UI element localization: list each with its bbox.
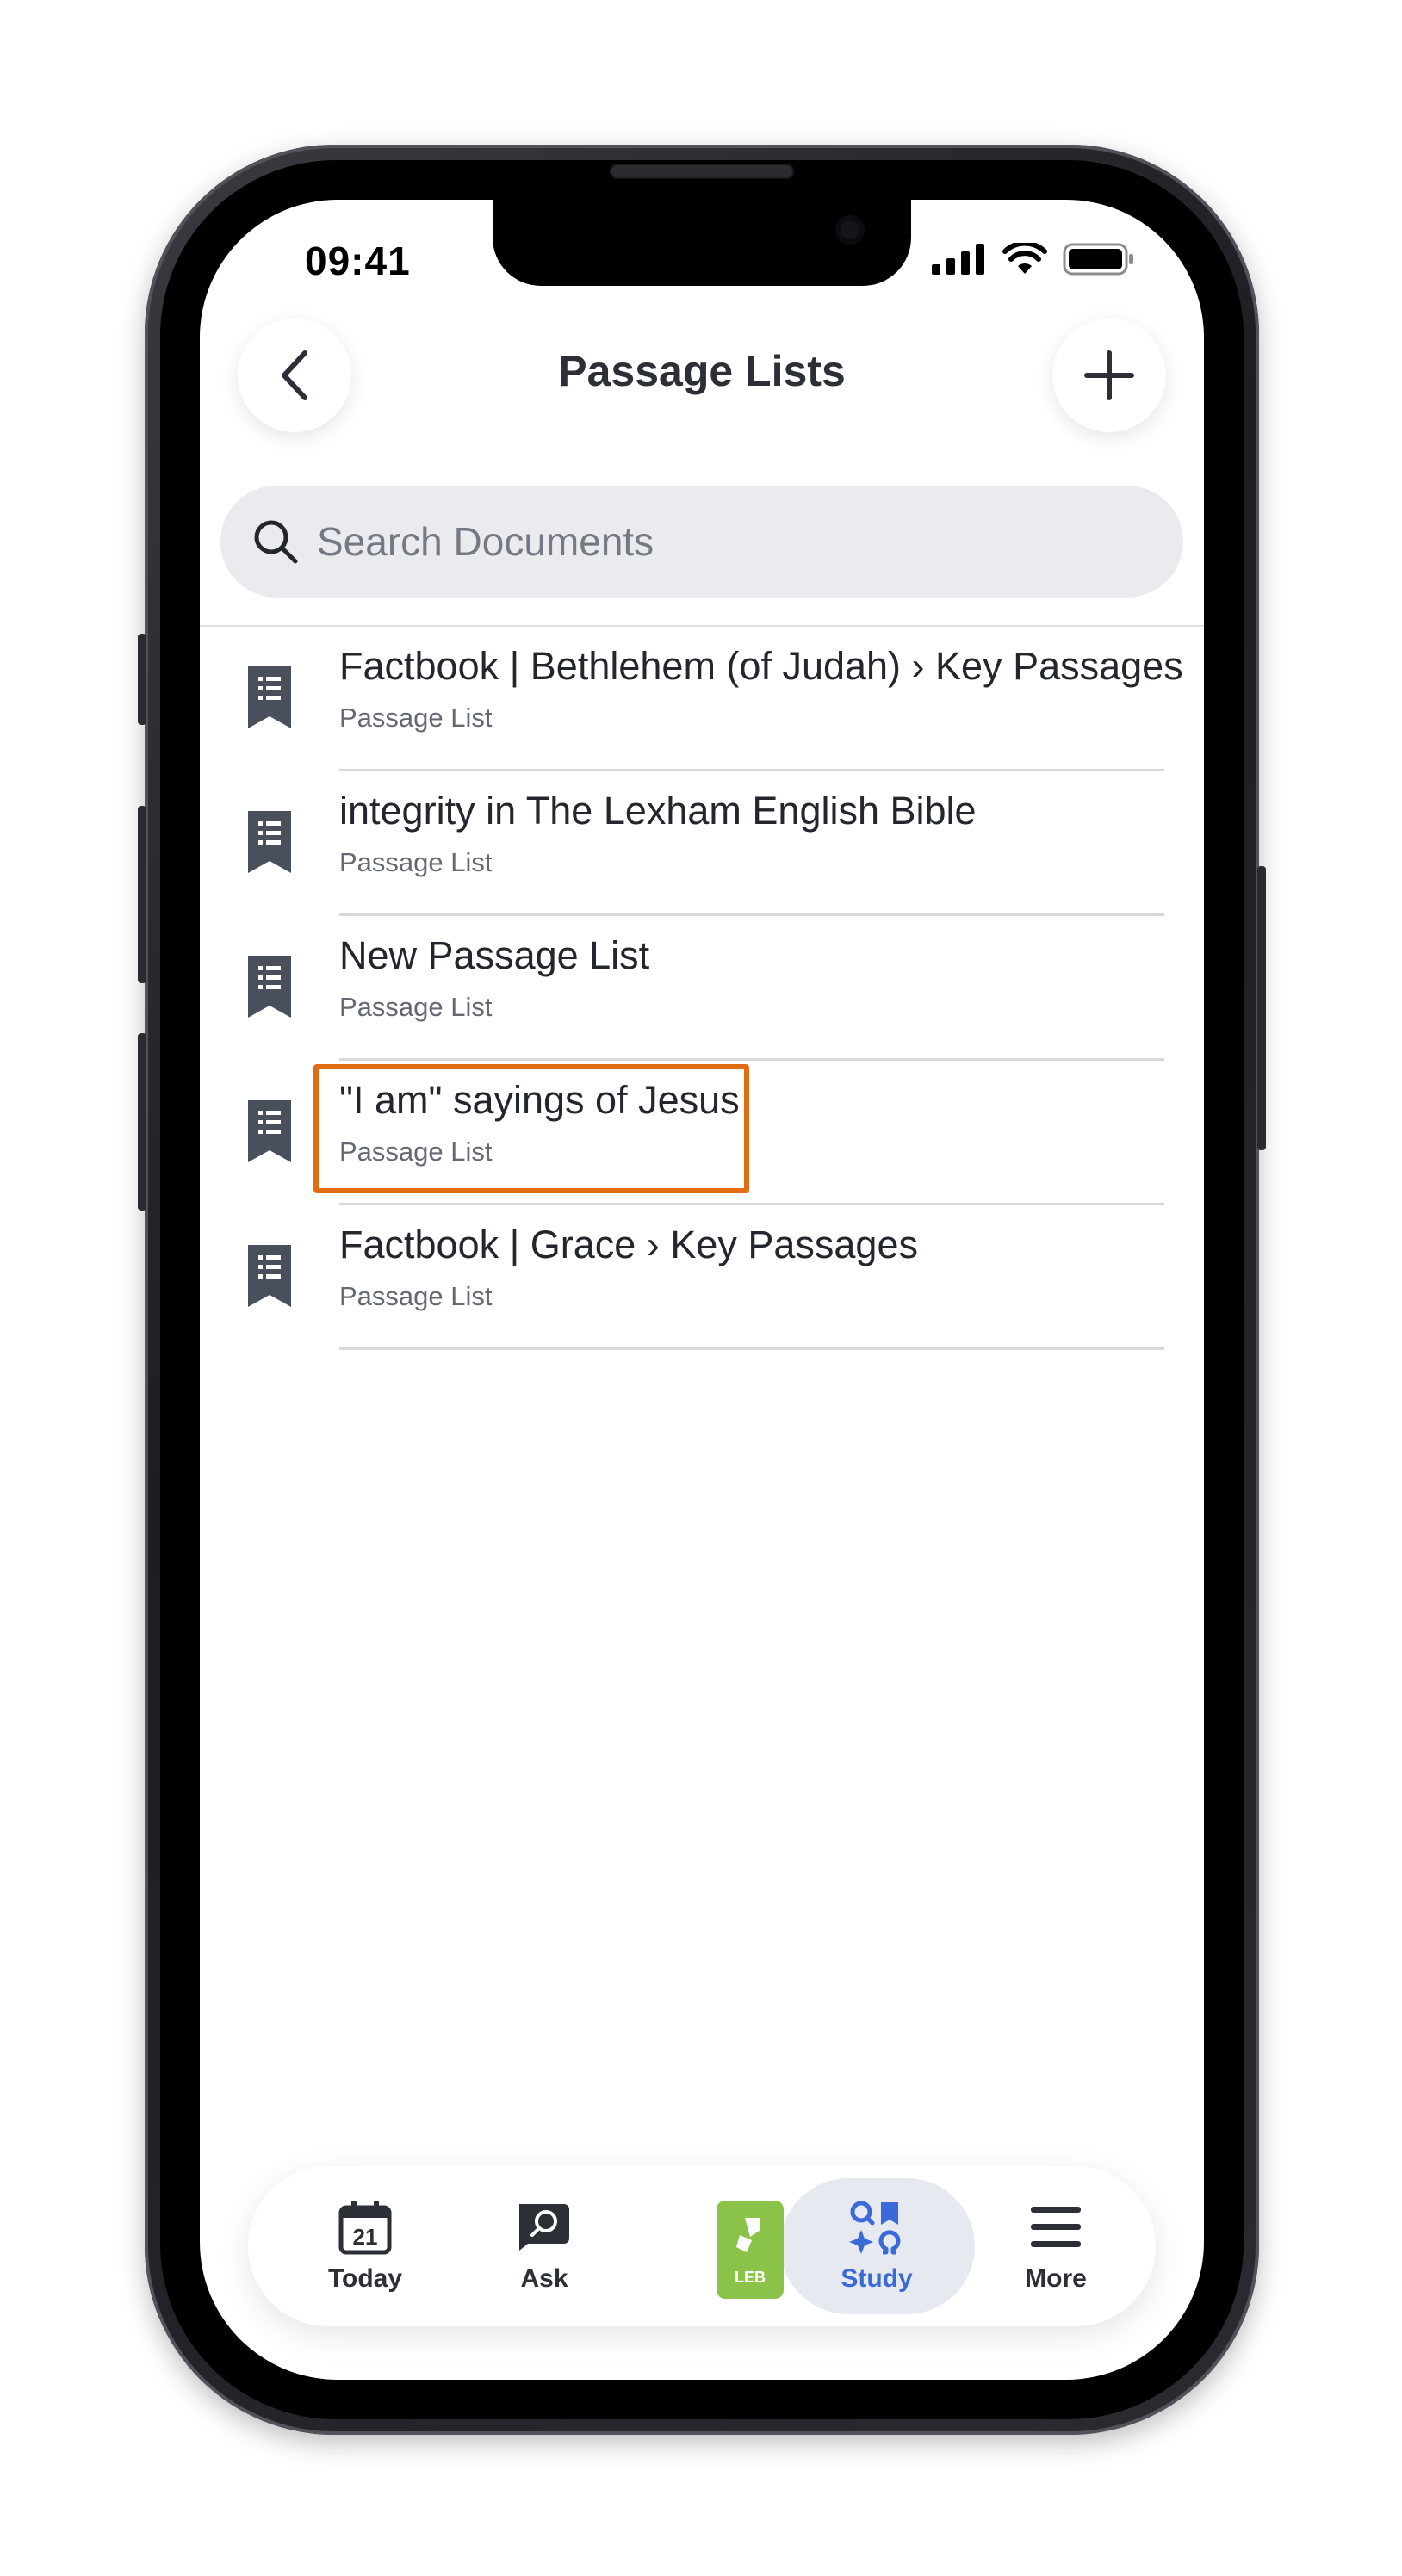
list-item-title: integrity in The Lexham English Bible xyxy=(339,789,977,833)
tab-bible[interactable]: LEB xyxy=(717,2201,784,2299)
passage-list: Factbook | Bethlehem (of Judah) › Key Pa… xyxy=(200,627,1204,1350)
cellular-signal-icon xyxy=(932,244,984,275)
tab-bar: 21 Today Ask LEB Study More xyxy=(248,2166,1156,2326)
list-item-title: Factbook | Grace › Key Passages xyxy=(339,1223,918,1266)
passage-list-icon xyxy=(248,956,291,1018)
add-button[interactable] xyxy=(1052,319,1166,432)
search-icon xyxy=(254,520,298,564)
list-item-title: New Passage List xyxy=(339,933,650,977)
list-item-title: "I am" sayings of Jesus xyxy=(339,1078,740,1122)
app-screen: 09:41 Passage Lists Search Documents Fac… xyxy=(200,200,1204,2380)
notch xyxy=(493,200,911,286)
volume-up-button xyxy=(138,806,146,983)
calendar-day: 21 xyxy=(353,2224,378,2250)
list-item[interactable]: integrity in The Lexham English Bible Pa… xyxy=(200,771,1204,916)
passage-list-icon xyxy=(248,666,291,728)
passage-list-icon xyxy=(248,1100,291,1162)
list-item[interactable]: Factbook | Grace › Key Passages Passage … xyxy=(200,1205,1204,1350)
passage-list-icon xyxy=(248,1245,291,1307)
calendar-icon: 21 xyxy=(335,2197,395,2257)
search-placeholder: Search Documents xyxy=(317,519,654,564)
passage-list-icon xyxy=(248,811,291,873)
hamburger-menu-icon xyxy=(1026,2197,1086,2257)
list-item-subtitle: Passage List xyxy=(339,1281,493,1311)
tab-today[interactable]: 21 Today xyxy=(279,2166,451,2326)
status-time: 09:41 xyxy=(305,238,411,283)
list-item-subtitle: Passage List xyxy=(339,992,493,1022)
screenshot-canvas: 09:41 Passage Lists Search Documents Fac… xyxy=(0,0,1402,2576)
ask-icon xyxy=(514,2197,574,2257)
power-button xyxy=(1257,866,1266,1150)
tab-ask-label: Ask xyxy=(520,2264,568,2293)
front-camera xyxy=(835,215,865,245)
action-button xyxy=(138,634,146,725)
tab-study-label: Study xyxy=(841,2264,913,2293)
list-item[interactable]: New Passage List Passage List xyxy=(200,916,1204,1061)
list-item-title: Factbook | Bethlehem (of Judah) › Key Pa… xyxy=(339,644,1183,688)
tab-more-label: More xyxy=(1025,2264,1087,2293)
tab-more[interactable]: More xyxy=(970,2166,1142,2326)
tab-today-label: Today xyxy=(327,2264,403,2293)
search-input[interactable]: Search Documents xyxy=(220,486,1183,598)
bible-logo-icon xyxy=(736,2218,760,2252)
status-icons xyxy=(932,243,1135,276)
list-item[interactable]: "I am" sayings of Jesus Passage List xyxy=(200,1061,1204,1205)
row-separator xyxy=(339,1347,1164,1350)
list-item-subtitle: Passage List xyxy=(339,847,493,877)
list-item[interactable]: Factbook | Bethlehem (of Judah) › Key Pa… xyxy=(200,627,1204,771)
tab-study[interactable]: Study xyxy=(791,2166,963,2326)
list-item-subtitle: Passage List xyxy=(339,703,493,733)
plus-icon xyxy=(1084,350,1134,400)
wifi-icon xyxy=(1002,243,1047,274)
speaker-grill xyxy=(610,164,794,179)
volume-down-button xyxy=(138,1033,146,1211)
bible-version-label: LEB xyxy=(735,2269,766,2286)
study-icon xyxy=(847,2197,907,2257)
battery-icon xyxy=(1063,243,1133,276)
list-item-subtitle: Passage List xyxy=(339,1136,493,1167)
tab-ask[interactable]: Ask xyxy=(458,2166,630,2326)
